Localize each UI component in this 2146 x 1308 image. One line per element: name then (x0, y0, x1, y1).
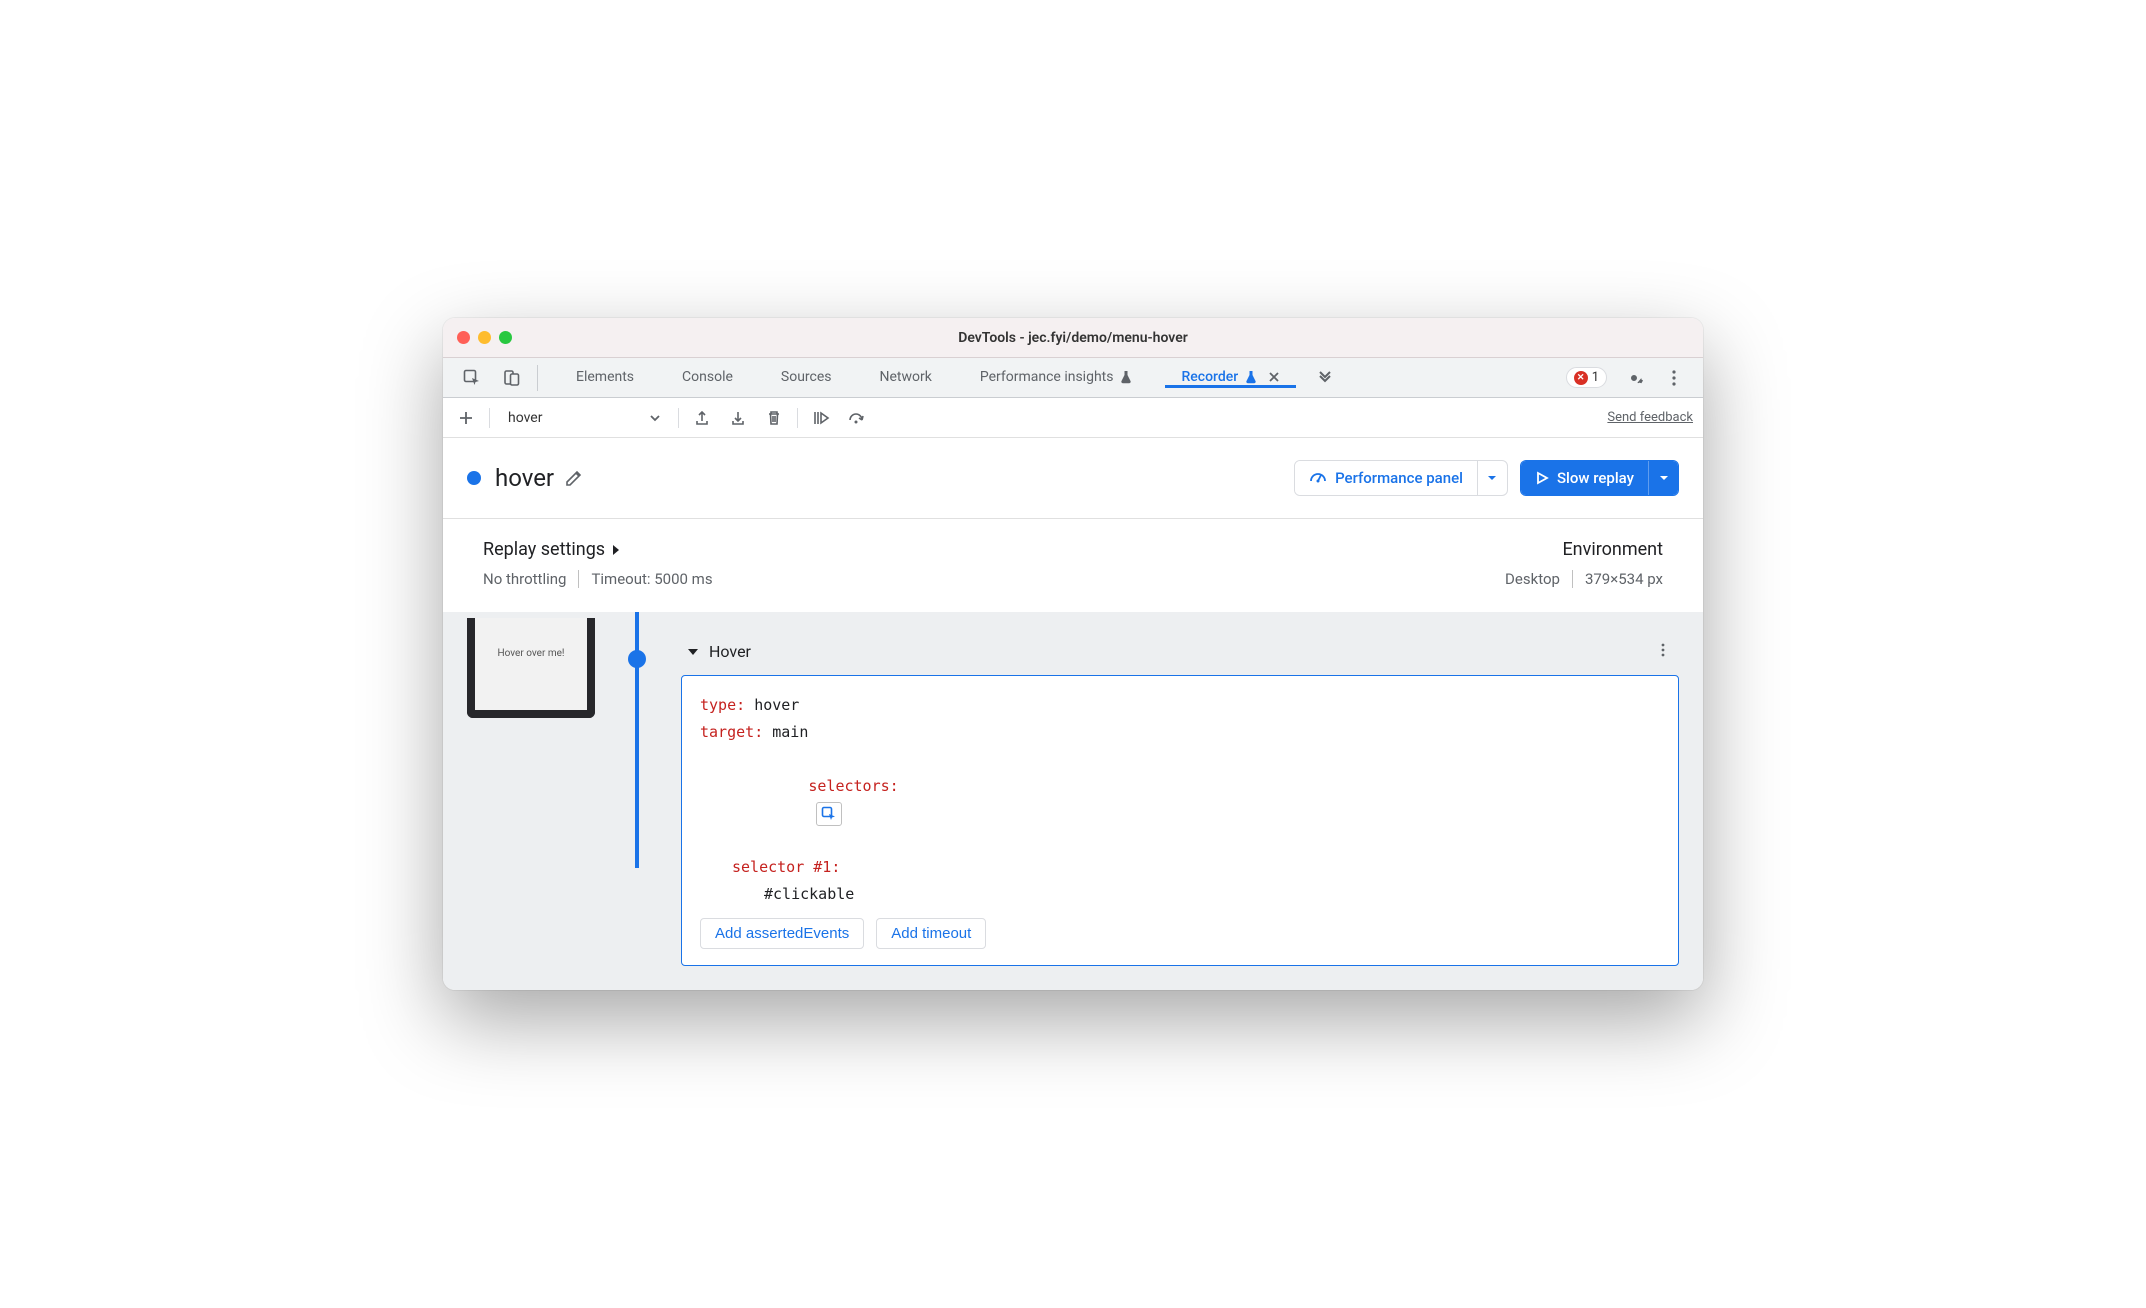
recording-title: hover (495, 464, 554, 492)
play-icon (1535, 471, 1549, 485)
close-tab-icon[interactable] (1268, 371, 1280, 383)
close-window-button[interactable] (457, 331, 470, 344)
error-count-badge[interactable]: 1 (1566, 367, 1607, 388)
timeout-value: Timeout: 5000 ms (591, 570, 712, 588)
recording-selector[interactable]: hover (500, 410, 632, 426)
recording-header: hover Performance panel (443, 438, 1703, 519)
step-play-icon[interactable] (808, 405, 834, 431)
settings-row: Replay settings No throttling Timeout: 5… (443, 519, 1703, 612)
minimize-window-button[interactable] (478, 331, 491, 344)
window-title: DevTools - jec.fyi/demo/menu-hover (443, 330, 1703, 346)
add-timeout-button[interactable]: Add timeout (876, 918, 986, 949)
settings-gear-icon[interactable] (1621, 365, 1647, 391)
replay-settings-toggle[interactable]: Replay settings (483, 539, 713, 560)
step-details-box: type: hover target: main selectors: sele… (681, 675, 1679, 966)
slow-replay-button[interactable]: Slow replay (1520, 460, 1679, 496)
send-feedback-link[interactable]: Send feedback (1607, 410, 1693, 425)
timeline (617, 612, 657, 668)
traffic-lights (457, 331, 512, 344)
device-toggle-icon[interactable] (499, 365, 525, 391)
performance-dropdown-icon[interactable] (1477, 461, 1507, 495)
gauge-icon (1309, 469, 1327, 487)
error-icon (1574, 371, 1588, 385)
caret-down-icon (687, 647, 699, 657)
maximize-window-button[interactable] (499, 331, 512, 344)
tab-sources[interactable]: Sources (765, 369, 848, 388)
tab-elements[interactable]: Elements (560, 369, 650, 388)
step-over-icon[interactable] (844, 405, 870, 431)
step-header[interactable]: Hover (681, 642, 1679, 661)
panel-tabs-bar: Elements Console Sources Network Perform… (443, 358, 1703, 398)
devtools-window: DevTools - jec.fyi/demo/menu-hover Eleme… (443, 318, 1703, 990)
timeline-marker (628, 650, 646, 668)
new-recording-icon[interactable] (453, 405, 479, 431)
performance-panel-button[interactable]: Performance panel (1294, 460, 1508, 496)
inspect-element-icon[interactable] (459, 365, 485, 391)
recorder-toolbar: hover Send feedback (443, 398, 1703, 438)
edit-title-icon[interactable] (564, 468, 584, 488)
step-kebab-icon[interactable] (1655, 642, 1671, 658)
throttling-value: No throttling (483, 570, 566, 588)
selector-picker-icon[interactable] (816, 802, 842, 826)
device-value: Desktop (1505, 570, 1560, 588)
kebab-menu-icon[interactable] (1661, 365, 1687, 391)
export-icon[interactable] (689, 405, 715, 431)
delete-icon[interactable] (761, 405, 787, 431)
tab-console[interactable]: Console (666, 369, 749, 388)
tab-performance-insights[interactable]: Performance insights (964, 369, 1150, 388)
dimensions-value: 379×534 px (1585, 570, 1663, 588)
tab-network[interactable]: Network (864, 369, 948, 388)
environment-heading: Environment (1562, 539, 1663, 560)
recording-status-dot (467, 471, 481, 485)
add-asserted-events-button[interactable]: Add assertedEvents (700, 918, 864, 949)
caret-right-icon (611, 544, 621, 556)
more-tabs-icon[interactable] (1312, 365, 1338, 391)
steps-area: Hover over me! Hover type: hover (443, 612, 1703, 990)
replay-dropdown-icon[interactable] (1648, 461, 1678, 495)
tab-recorder[interactable]: Recorder (1165, 369, 1296, 388)
chevron-down-icon[interactable] (642, 405, 668, 431)
import-icon[interactable] (725, 405, 751, 431)
flask-icon (1244, 370, 1258, 384)
step-thumbnail[interactable]: Hover over me! (467, 618, 595, 718)
titlebar: DevTools - jec.fyi/demo/menu-hover (443, 318, 1703, 358)
flask-icon (1119, 370, 1133, 384)
